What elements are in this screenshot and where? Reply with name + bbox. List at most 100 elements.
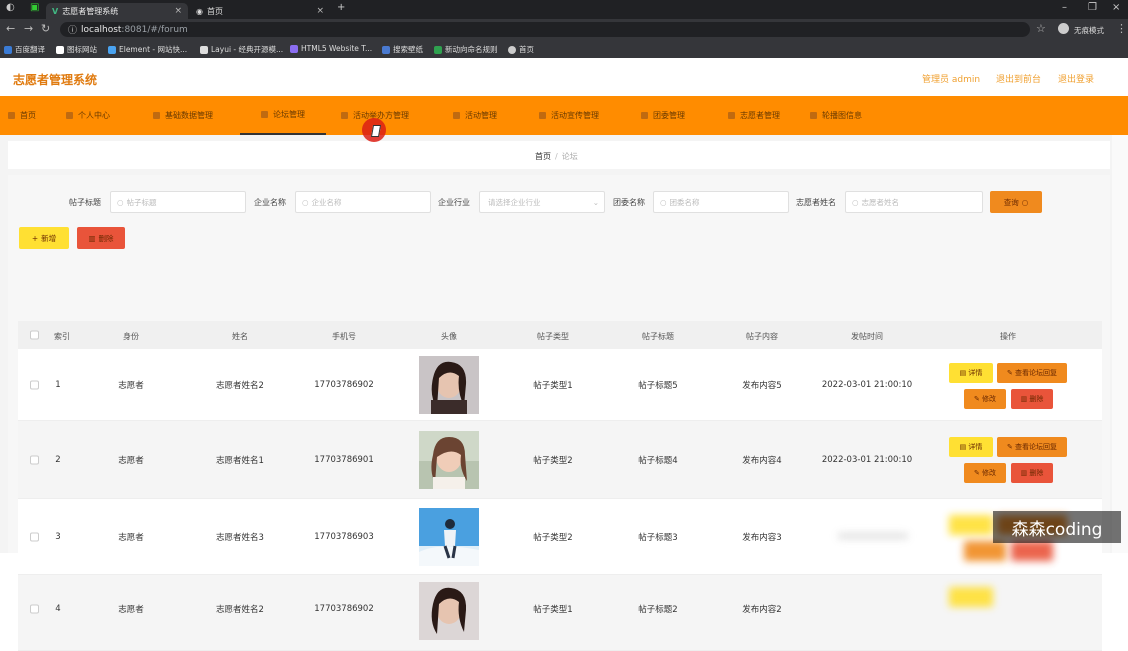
bookmark-star-icon[interactable]: ☆ — [1036, 22, 1046, 35]
cell-content: 发布内容5 — [742, 381, 782, 391]
bookmark-item[interactable]: 首页 — [508, 44, 534, 55]
select-all-checkbox[interactable] — [30, 330, 39, 340]
edit-icon: ✎ — [1006, 369, 1013, 377]
forum-icon — [261, 111, 268, 118]
bookmark-item[interactable]: 百度翻译 — [4, 44, 45, 55]
trash-icon: ▥ — [1020, 395, 1028, 403]
breadcrumb-home[interactable]: 首页 — [535, 152, 551, 161]
edit-button[interactable]: ✎ 修改 — [964, 463, 1006, 483]
delete-button[interactable]: ▥ 删除 — [1011, 389, 1053, 409]
admin-link[interactable]: 管理员 admin — [922, 72, 980, 85]
view-replies-button[interactable]: ✎ 查看论坛回复 — [997, 437, 1067, 457]
menu-item-promotion[interactable]: 活动宣传管理 — [539, 96, 599, 135]
organizer-icon — [341, 112, 348, 119]
table-row: 1 志愿者 志愿者姓名2 17703786902 帖子类型1 帖子标题5 发布内… — [18, 349, 1102, 421]
trash-icon: ▥ — [1020, 469, 1028, 477]
header-title: 帖子标题 — [642, 332, 674, 341]
breadcrumb-separator: / — [555, 152, 558, 161]
plus-icon: + — [31, 233, 39, 243]
cell-time: 2022-03-01 21:00:10 — [821, 380, 913, 390]
cell-content: 发布内容4 — [742, 456, 782, 466]
search-icon: ○ — [660, 197, 667, 207]
add-button[interactable]: + 新增 — [19, 227, 69, 249]
detail-button[interactable] — [949, 587, 993, 607]
header-content: 帖子内容 — [746, 332, 778, 341]
bookmark-item[interactable]: 新动向命名规则 — [434, 44, 498, 55]
league-input[interactable]: ○ 团委名称 — [653, 191, 789, 213]
minimize-icon[interactable]: – — [1062, 2, 1067, 13]
menu-item-basic-data[interactable]: 基础数据管理 — [153, 96, 213, 135]
bookmark-item[interactable]: HTML5 Website T... — [290, 44, 372, 53]
edit-button[interactable]: ✎ 修改 — [964, 389, 1006, 409]
bookmark-item[interactable]: 搜索壁纸 — [382, 44, 423, 55]
forward-arrow-icon[interactable]: → — [24, 22, 33, 35]
detail-button[interactable]: ▤ 详情 — [949, 363, 993, 383]
company-input[interactable]: ○ 企业名称 — [295, 191, 431, 213]
browser-menu-icon[interactable]: ◐ — [6, 2, 15, 13]
close-tab-icon[interactable]: × — [316, 6, 324, 16]
edit-icon: ✎ — [1006, 443, 1013, 451]
close-window-icon[interactable]: × — [1112, 2, 1120, 13]
cell-index: 2 — [55, 455, 61, 465]
view-replies-button[interactable]: ✎ 查看论坛回复 — [997, 363, 1067, 383]
cell-type: 帖子类型1 — [533, 605, 573, 615]
menu-item-volunteer[interactable]: 志愿者管理 — [728, 96, 780, 135]
bookmark-item[interactable]: Element - 网站快... — [108, 44, 187, 55]
cell-identity: 志愿者 — [118, 605, 144, 615]
menu-item-profile[interactable]: 个人中心 — [66, 96, 110, 135]
bookmark-item[interactable]: 图标网站 — [56, 44, 97, 55]
menu-item-activity[interactable]: 活动管理 — [453, 96, 497, 135]
industry-select[interactable]: 请选择企业行业 ⌄ — [479, 191, 605, 213]
cell-content: 发布内容3 — [742, 533, 782, 543]
post-title-input[interactable]: ○ 帖子标题 — [110, 191, 246, 213]
menu-item-carousel[interactable]: 轮播图信息 — [810, 96, 862, 135]
row-checkbox[interactable] — [30, 455, 39, 465]
back-arrow-icon[interactable]: ← — [6, 22, 15, 35]
watermark: 森森coding — [993, 511, 1121, 543]
address-bar-row: ← → ↻ ⓘ localhost:8081/#/forum ☆ 无痕模式 ⋮ — [0, 19, 1128, 40]
menu-item-league[interactable]: 团委管理 — [641, 96, 685, 135]
back-to-front-link[interactable]: 退出到前台 — [996, 72, 1041, 85]
cell-phone: 17703786902 — [314, 604, 374, 614]
search-button[interactable]: 查询 ○ — [990, 191, 1042, 213]
tab-home[interactable]: ◉ 首页 × — [190, 3, 330, 19]
bookmark-item[interactable]: Layui - 经典开源模... — [200, 44, 283, 55]
reload-icon[interactable]: ↻ — [41, 22, 50, 35]
detail-button[interactable]: ▤ 详情 — [949, 437, 993, 457]
volunteer-name-input[interactable]: ○ 志愿者姓名 — [845, 191, 983, 213]
search-icon: ○ — [852, 197, 859, 207]
logout-link[interactable]: 退出登录 — [1058, 72, 1094, 85]
tab-forum[interactable]: V 志愿者管理系统 × — [46, 3, 188, 19]
cell-type: 帖子类型2 — [533, 533, 573, 543]
menu-item-forum[interactable]: 论坛管理 — [240, 96, 326, 135]
delete-button[interactable] — [1011, 541, 1053, 561]
extension-icon[interactable]: ▣ — [30, 2, 39, 13]
menu-item-home[interactable]: 首页 — [8, 96, 36, 135]
incognito-avatar[interactable] — [1058, 23, 1069, 34]
browser-menu-dots-icon[interactable]: ⋮ — [1116, 22, 1127, 35]
batch-delete-button[interactable]: ▥ 删除 — [77, 227, 125, 249]
search-icon: ○ — [117, 197, 124, 207]
url-host: localhost — [81, 24, 122, 35]
edit-button[interactable] — [964, 541, 1006, 561]
table-row: 3 志愿者 志愿者姓名3 17703786903 帖子类型2 帖子标题3 发布内… — [18, 499, 1102, 575]
edit-icon: ✎ — [973, 395, 980, 403]
cell-phone: 17703786902 — [314, 380, 374, 390]
row-checkbox[interactable] — [30, 604, 39, 614]
brand-title: 志愿者管理系统 — [13, 73, 98, 87]
main-menu: 首页 个人中心 基础数据管理 论坛管理 活动举办方管理 活动管理 活动宣传管理 … — [0, 96, 1128, 135]
profile-label[interactable]: 无痕模式 — [1074, 25, 1104, 36]
row-checkbox[interactable] — [30, 532, 39, 542]
maximize-icon[interactable]: ❐ — [1088, 2, 1097, 13]
row-checkbox[interactable] — [30, 380, 39, 390]
url-field[interactable]: ⓘ localhost:8081/#/forum — [60, 22, 1030, 37]
header-type: 帖子类型 — [537, 332, 569, 341]
delete-button[interactable]: ▥ 删除 — [1011, 463, 1053, 483]
avatar — [419, 431, 479, 489]
cell-type: 帖子类型1 — [533, 381, 573, 391]
new-tab-button[interactable]: + — [337, 2, 345, 13]
detail-button[interactable] — [949, 515, 993, 535]
page-scrollbar[interactable] — [1112, 135, 1128, 553]
volunteer-icon — [728, 112, 735, 119]
close-tab-icon[interactable]: × — [174, 6, 182, 16]
